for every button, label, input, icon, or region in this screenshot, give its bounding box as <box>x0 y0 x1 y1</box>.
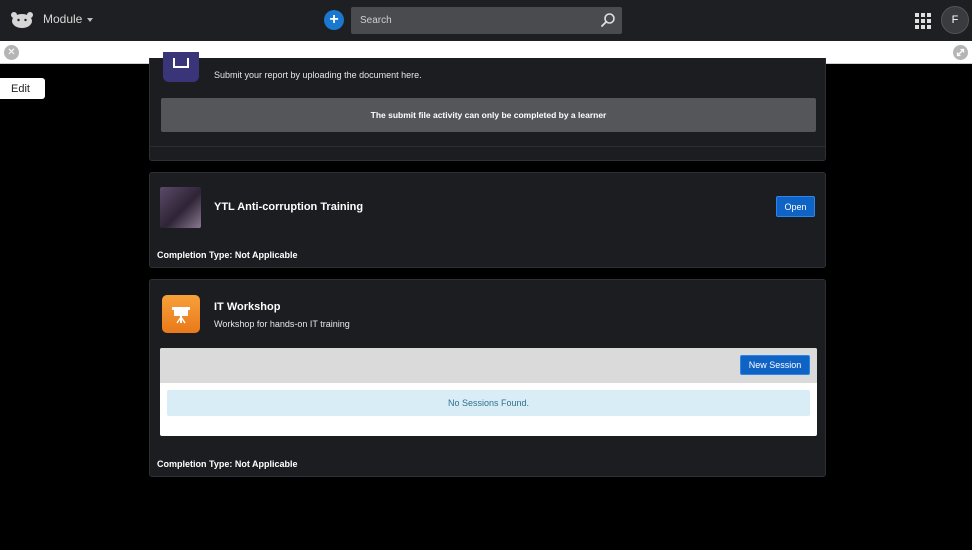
search-icon[interactable] <box>600 12 616 28</box>
sessions-panel: New Session No Sessions Found. <box>160 348 817 436</box>
workshop-description: Workshop for hands-on IT training <box>214 319 350 329</box>
plus-icon: + <box>329 11 339 28</box>
top-navigation-bar: Module + F <box>0 0 972 41</box>
upload-icon <box>163 52 199 82</box>
avatar[interactable]: F <box>941 6 969 34</box>
workshop-card: IT Workshop Workshop for hands-on IT tra… <box>149 279 826 477</box>
completion-type: Completion Type: Not Applicable <box>157 250 298 260</box>
presentation-icon <box>162 295 200 333</box>
submit-description: Submit your report by uploading the docu… <box>214 70 422 80</box>
no-sessions-message: No Sessions Found. <box>167 390 810 416</box>
close-icon[interactable]: ✕ <box>4 45 19 60</box>
course-card: YTL Anti-corruption Training Open Comple… <box>149 172 826 268</box>
grid-apps-icon[interactable] <box>915 13 931 29</box>
open-button[interactable]: Open <box>776 196 815 217</box>
completion-type: Completion Type: Not Applicable <box>157 459 298 469</box>
search-box <box>351 7 622 34</box>
new-session-button[interactable]: New Session <box>740 355 810 375</box>
workshop-title[interactable]: IT Workshop <box>214 301 280 313</box>
submit-file-card: Submit your report by uploading the docu… <box>149 52 826 161</box>
learner-only-notice: The submit file activity can only be com… <box>161 98 816 132</box>
add-button[interactable]: + <box>324 10 344 30</box>
expand-icon[interactable] <box>953 45 968 60</box>
avatar-initial: F <box>951 14 959 26</box>
bear-logo-icon[interactable] <box>10 11 34 29</box>
module-label: Module <box>43 12 83 26</box>
course-thumbnail[interactable] <box>160 187 201 228</box>
module-dropdown[interactable]: Module <box>43 12 94 26</box>
edit-button[interactable]: Edit <box>0 78 45 99</box>
course-title[interactable]: YTL Anti-corruption Training <box>214 201 363 213</box>
chevron-down-icon <box>87 17 94 22</box>
divider <box>150 146 825 147</box>
sessions-header: New Session <box>160 348 817 383</box>
search-input[interactable] <box>351 15 591 26</box>
edit-label: Edit <box>11 82 30 95</box>
